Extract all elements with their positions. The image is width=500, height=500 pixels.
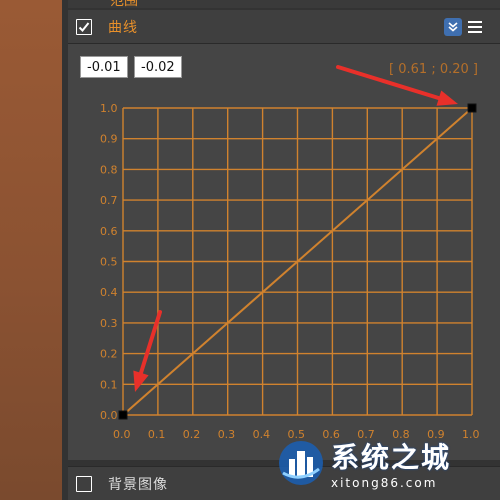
city-logo-icon [279,441,323,485]
x-tick-label: 0.4 [253,428,271,441]
curve-control-point[interactable] [467,103,477,113]
y-tick-label: 0.2 [100,348,118,361]
background-image-title: 背景图像 [108,476,168,493]
y-tick-label: 1.0 [100,102,118,115]
y-tick-label: 0.7 [100,194,118,207]
y-tick-label: 0.4 [100,286,118,299]
y-tick-label: 0.1 [100,378,118,391]
y-tick-label: 0.3 [100,317,118,330]
site-watermark: 系统之城 xitong86.com [277,432,492,494]
y-tick-label: 0.5 [100,256,118,269]
x-tick-label: 0.1 [148,428,166,441]
x-tick-label: 0.0 [113,428,131,441]
curve-control-point[interactable] [118,410,128,420]
background-image-checkbox[interactable] [76,475,92,492]
y-tick-label: 0.0 [100,409,118,422]
x-tick-label: 0.2 [183,428,201,441]
watermark-title: 系统之城 [331,441,452,474]
y-tick-label: 0.8 [100,163,118,176]
annotation-arrow-top [336,65,458,106]
y-tick-label: 0.6 [100,225,118,238]
watermark-url: xitong86.com [331,476,438,490]
curve-graph[interactable]: 0.0 0.1 0.2 0.3 0.4 0.5 0.6 0.7 0.8 0.9 1.0 0.0 0.1 0… [0,0,500,500]
annotation-arrow-bottom [133,310,162,392]
y-tick-label: 0.9 [100,133,118,146]
x-tick-label: 0.3 [218,428,236,441]
